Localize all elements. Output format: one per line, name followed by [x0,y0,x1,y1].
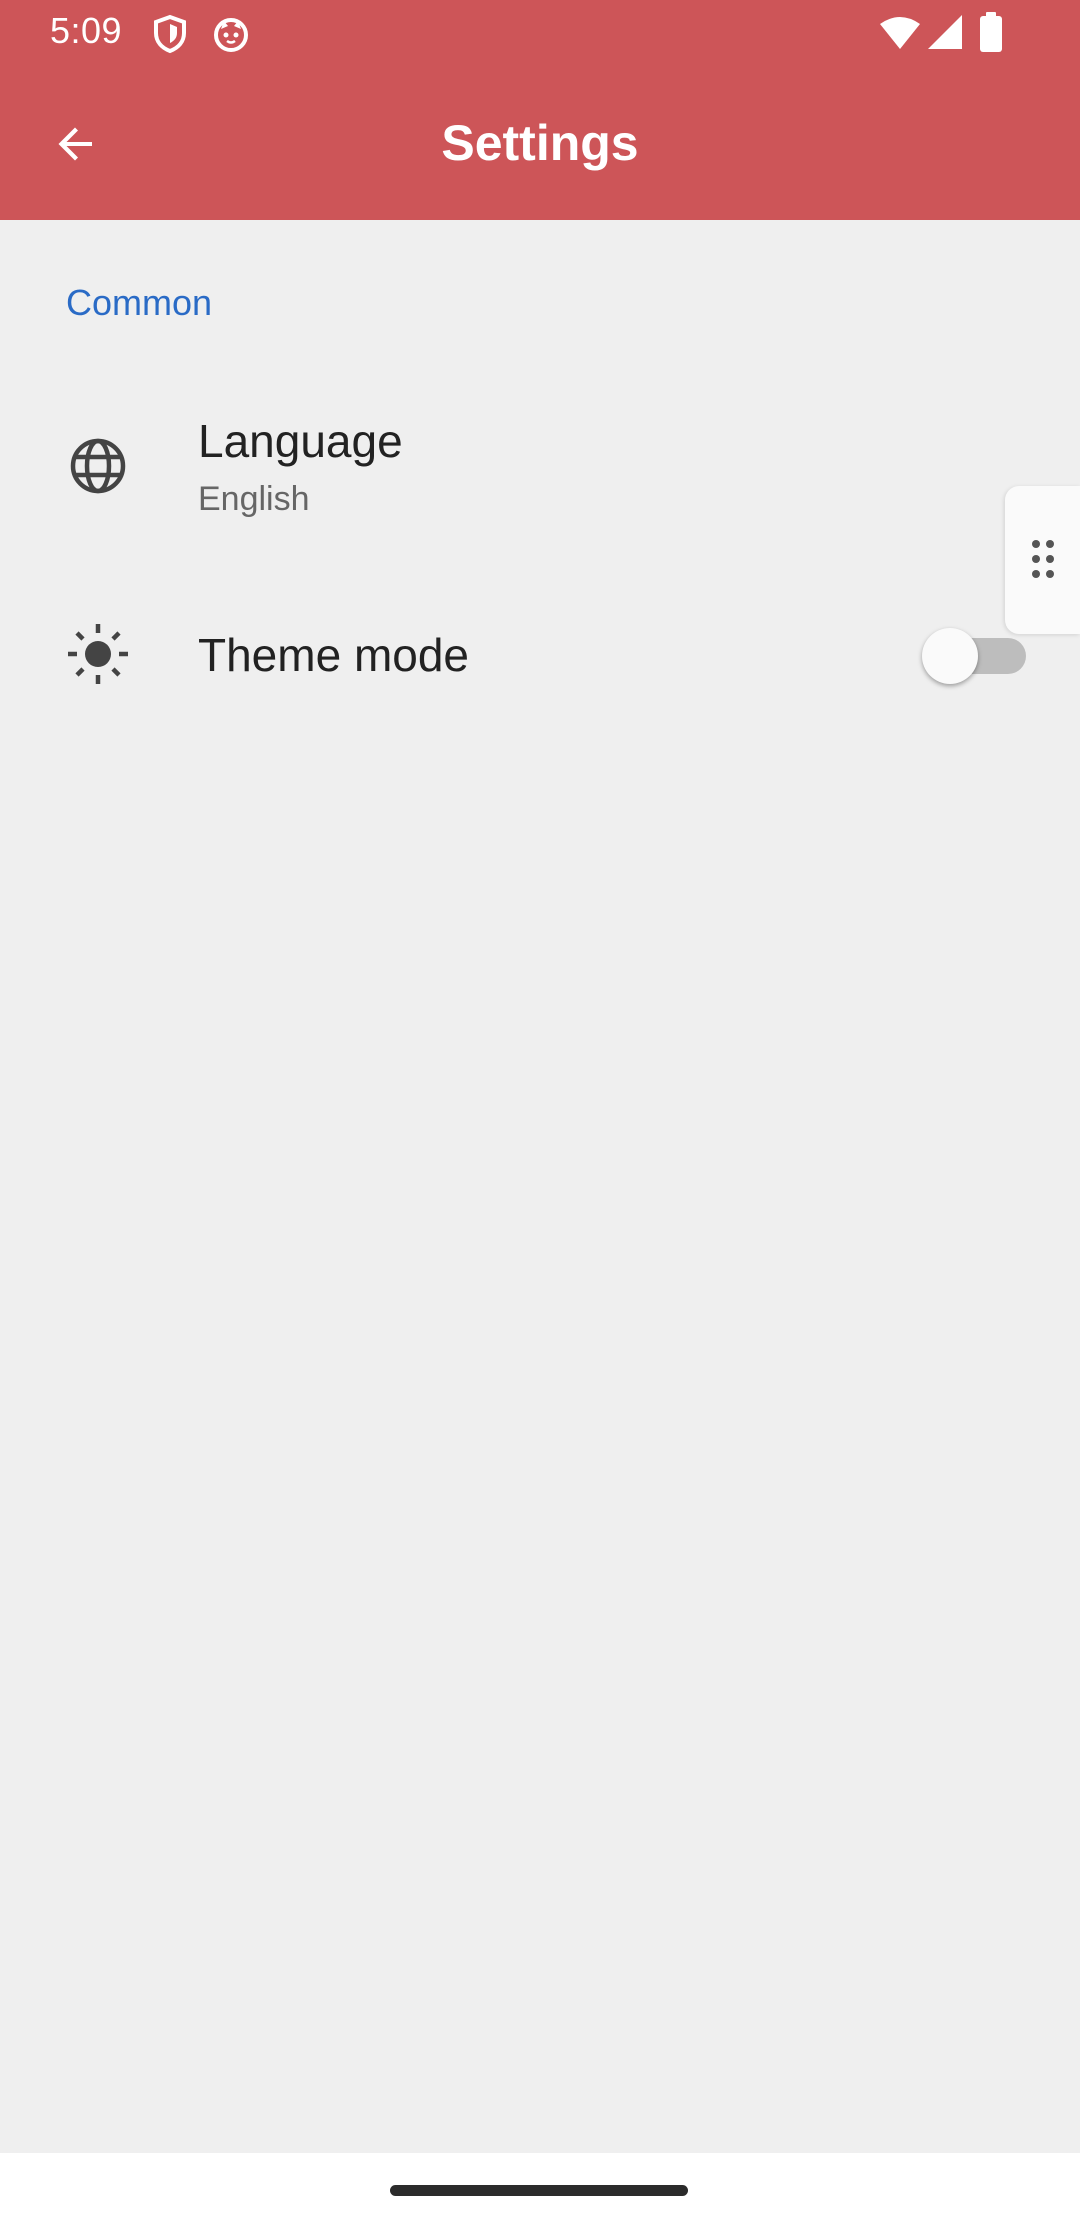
setting-summary-language: English [198,480,310,518]
status-time: 5:09 [50,10,123,51]
wifi-icon [880,16,920,55]
page-title: Settings [441,115,639,171]
switch-thumb [922,628,978,684]
signal-icon [928,15,962,54]
theme-mode-switch[interactable] [922,628,1026,684]
shield-icon [152,14,188,59]
cat-face-icon [212,15,250,58]
brightness-icon [66,622,130,686]
navigation-bar [0,2153,1080,2220]
status-bar: 5:09 [0,0,1080,66]
section-header-common: Common [66,282,213,323]
setting-title-language: Language [198,415,403,467]
drag-dots-icon [1032,540,1054,578]
setting-theme-mode[interactable]: Theme mode [0,590,1080,720]
setting-title-theme-mode: Theme mode [198,629,470,681]
battery-icon [980,12,1002,57]
globe-icon [66,434,130,498]
floating-drag-handle[interactable] [1005,486,1080,634]
app-bar: 5:09 Settings [0,0,1080,220]
setting-language[interactable]: Language English [0,372,1080,562]
home-gesture-handle[interactable] [390,2185,688,2196]
